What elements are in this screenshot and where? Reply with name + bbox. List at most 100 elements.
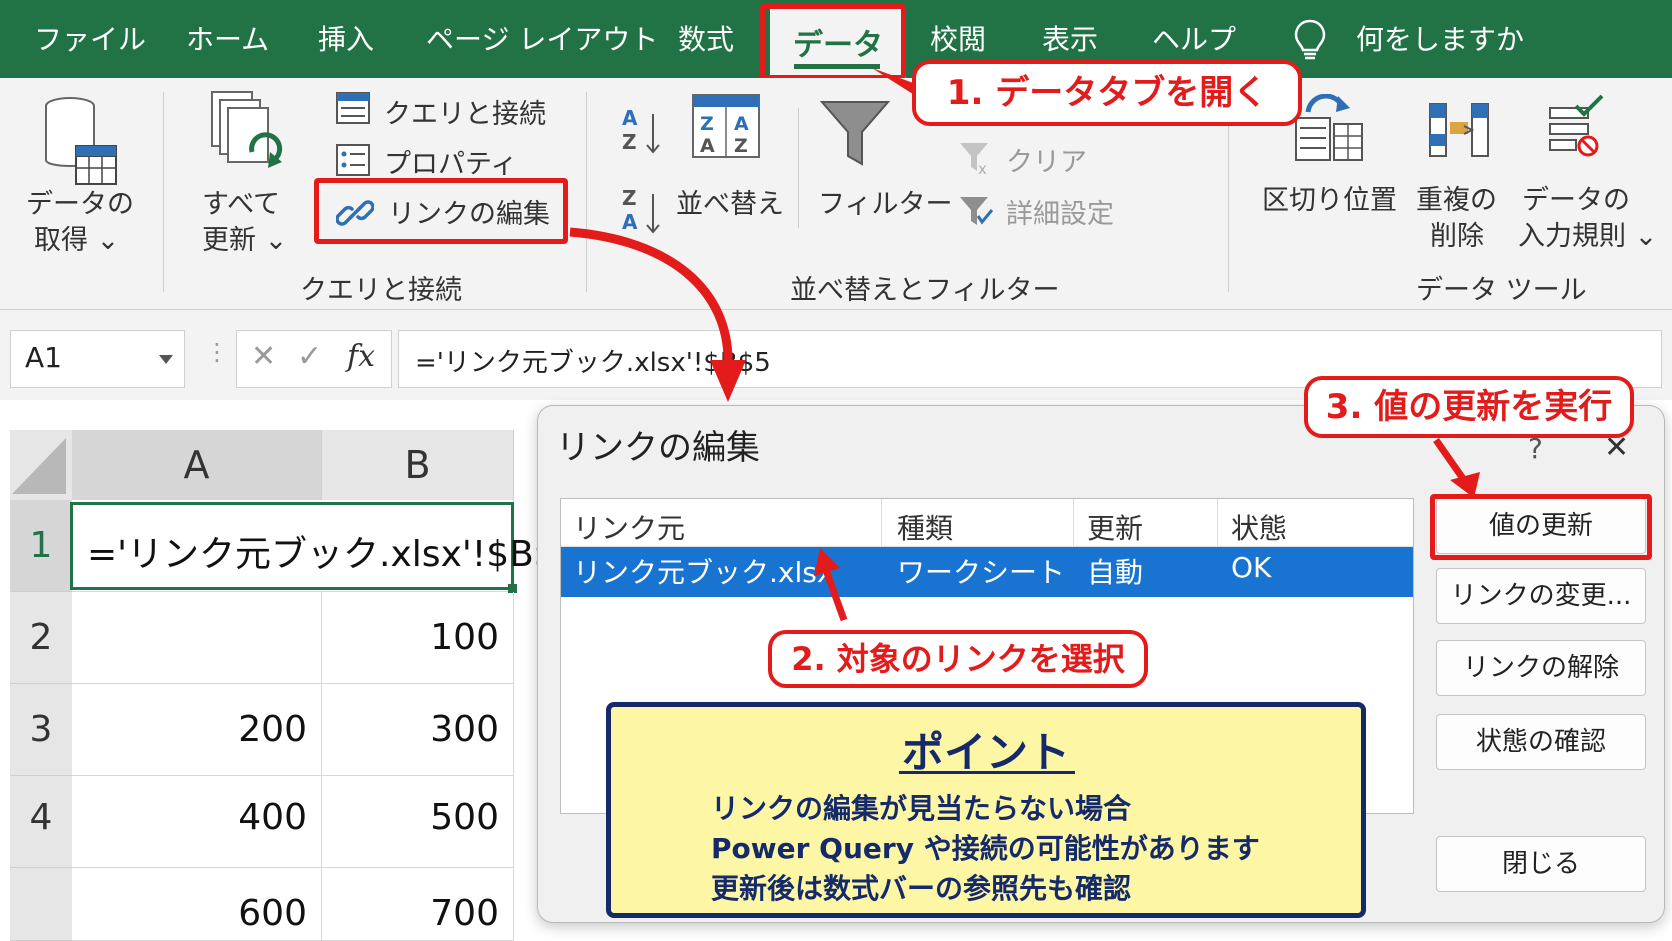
- cancel-icon[interactable]: ✕: [251, 339, 276, 374]
- menu-review[interactable]: 校閲: [930, 18, 986, 58]
- edit-links-dialog: リンクの編集 ? ✕ リンク元 種類 更新 状態 リンク元ブック.xlsx ワー…: [537, 405, 1665, 923]
- get-data-label-2[interactable]: 取得 ⌄: [34, 218, 119, 257]
- row-header-4[interactable]: 4: [10, 776, 72, 868]
- clear-filter-icon: x: [958, 140, 994, 180]
- sort-dialog-icon[interactable]: ZAAZ: [692, 94, 760, 162]
- row-header-3[interactable]: 3: [10, 684, 72, 776]
- cell-a2[interactable]: [72, 592, 322, 684]
- cell-b2[interactable]: 100: [322, 592, 514, 684]
- link-type: ワークシート: [897, 556, 1066, 589]
- queries-connections-button[interactable]: クエリと接続: [384, 92, 546, 131]
- list-row-selected[interactable]: リンク元ブック.xlsx ワークシート 自動 OK: [561, 547, 1413, 597]
- menu-help[interactable]: ヘルプ: [1152, 18, 1236, 58]
- arrow-to-dialog: [569, 227, 746, 402]
- refresh-all-icon[interactable]: [208, 90, 286, 180]
- tell-me-search[interactable]: 何をしますか: [1356, 18, 1524, 58]
- callout-step-1: 1. データタブを開く: [912, 60, 1302, 126]
- cell-b4[interactable]: 500: [322, 776, 514, 868]
- select-all-corner[interactable]: [10, 430, 72, 500]
- callout-step-2: 2. 対象のリンクを選択: [768, 630, 1148, 688]
- data-validation-label-2[interactable]: 入力規則 ⌄: [1518, 214, 1657, 253]
- remove-duplicates-label-2[interactable]: 削除: [1430, 214, 1484, 253]
- break-link-button[interactable]: リンクの解除: [1436, 640, 1646, 696]
- refresh-all-label-2[interactable]: 更新 ⌄: [202, 218, 287, 257]
- name-box-dropdown-icon[interactable]: [159, 355, 173, 365]
- data-validation-icon[interactable]: [1546, 94, 1606, 164]
- callout-step-2-arrow: [814, 548, 848, 622]
- name-box[interactable]: A1: [10, 330, 185, 388]
- name-box-value: A1: [25, 341, 62, 374]
- queries-icon[interactable]: [336, 92, 370, 128]
- get-data-icon[interactable]: [42, 96, 120, 196]
- data-validation-label-1[interactable]: データの: [1522, 178, 1630, 217]
- group-label-sort-filter: 並べ替えとフィルター: [790, 275, 1060, 306]
- cell-b5[interactable]: 700: [322, 868, 514, 941]
- lightbulb-icon[interactable]: [1292, 18, 1328, 66]
- cell-a4[interactable]: 400: [72, 776, 322, 868]
- clear-button: クリア: [1006, 147, 1087, 178]
- properties-button[interactable]: プロパティ: [384, 142, 517, 181]
- ribbon-separator: [163, 92, 164, 292]
- menu-formulas[interactable]: 数式: [678, 18, 734, 58]
- ribbon: データの 取得 ⌄ すべて 更新 ⌄ クエリと接続 プロパティ リンクの編集 ク…: [0, 78, 1672, 310]
- link-status: OK: [1231, 551, 1272, 584]
- text-to-columns-button[interactable]: 区切り位置: [1262, 178, 1397, 217]
- remove-duplicates-label-1[interactable]: 重複の: [1416, 178, 1497, 217]
- remove-duplicates-icon[interactable]: [1428, 102, 1492, 162]
- selected-cell-a1[interactable]: ='リンク元ブック.xlsx'!$B$5: [70, 502, 580, 593]
- column-header-source[interactable]: リンク元: [573, 507, 685, 547]
- advanced-button[interactable]: 詳細設定: [1006, 192, 1114, 231]
- column-header-status[interactable]: 状態: [1231, 507, 1287, 547]
- callout-step-1-pointer: [872, 68, 916, 96]
- column-header-type[interactable]: 種類: [897, 507, 953, 547]
- point-title-underline: [899, 771, 1075, 774]
- ribbon-separator: [798, 108, 799, 228]
- menu-file[interactable]: ファイル: [34, 18, 146, 58]
- advanced-filter-icon[interactable]: [958, 194, 994, 234]
- column-header-b[interactable]: B: [322, 430, 514, 500]
- cell-b3[interactable]: 300: [322, 684, 514, 776]
- callout-step-3: 3. 値の更新を実行: [1304, 376, 1634, 438]
- filter-button[interactable]: フィルター: [818, 182, 952, 221]
- get-data-label-1[interactable]: データの: [26, 182, 134, 221]
- point-line-1: リンクの編集が見当たらない場合: [711, 792, 1132, 825]
- point-note: ポイント リンクの編集が見当たらない場合 Power Query や接続の可能性…: [606, 702, 1366, 918]
- check-status-button[interactable]: 状態の確認: [1436, 714, 1646, 770]
- column-header-a[interactable]: A: [72, 430, 322, 500]
- link-update-mode: 自動: [1087, 556, 1144, 589]
- callout-step-3-arrow: [1433, 437, 1480, 498]
- filter-icon[interactable]: [819, 100, 891, 170]
- sort-az-letter-z: Z: [622, 130, 637, 154]
- edit-links-highlight: [314, 178, 568, 244]
- column-divider: [1073, 499, 1074, 547]
- row-header-2[interactable]: 2: [10, 592, 72, 684]
- refresh-all-label-1[interactable]: すべて: [202, 182, 280, 221]
- group-label-data-tools: データ ツール: [1416, 275, 1587, 306]
- menu-home[interactable]: ホーム: [186, 18, 269, 58]
- svg-text:x: x: [978, 160, 987, 176]
- column-header-update[interactable]: 更新: [1087, 507, 1143, 547]
- column-divider: [881, 499, 882, 547]
- sort-az-icon[interactable]: A Z: [622, 106, 666, 158]
- link-source-name: リンク元ブック.xlsx: [573, 556, 834, 589]
- cell-a3[interactable]: 200: [72, 684, 322, 776]
- menu-view[interactable]: 表示: [1042, 18, 1098, 58]
- insert-function-icon[interactable]: fx: [347, 339, 375, 374]
- menu-page-layout[interactable]: ページ レイアウト: [426, 18, 658, 58]
- group-label-queries: クエリと接続: [300, 275, 462, 306]
- menu-insert[interactable]: 挿入: [318, 18, 374, 58]
- formula-bar-divider-icon: ⋮: [205, 338, 229, 366]
- cell-a5[interactable]: 600: [72, 868, 322, 941]
- svg-text:A: A: [734, 113, 749, 135]
- enter-icon[interactable]: ✓: [297, 339, 322, 374]
- close-button[interactable]: 閉じる: [1436, 836, 1646, 892]
- change-source-button[interactable]: リンクの変更...: [1436, 568, 1646, 624]
- row-header-5[interactable]: [10, 868, 72, 941]
- dialog-title: リンクの編集: [556, 428, 760, 468]
- properties-icon[interactable]: [336, 144, 370, 180]
- formula-buttons: ✕ ✓ fx: [236, 330, 392, 388]
- text-to-columns-icon[interactable]: [1294, 93, 1364, 168]
- list-header-row: リンク元 種類 更新 状態: [561, 499, 1413, 547]
- svg-text:A: A: [700, 135, 715, 157]
- row-header-1[interactable]: 1: [10, 500, 72, 592]
